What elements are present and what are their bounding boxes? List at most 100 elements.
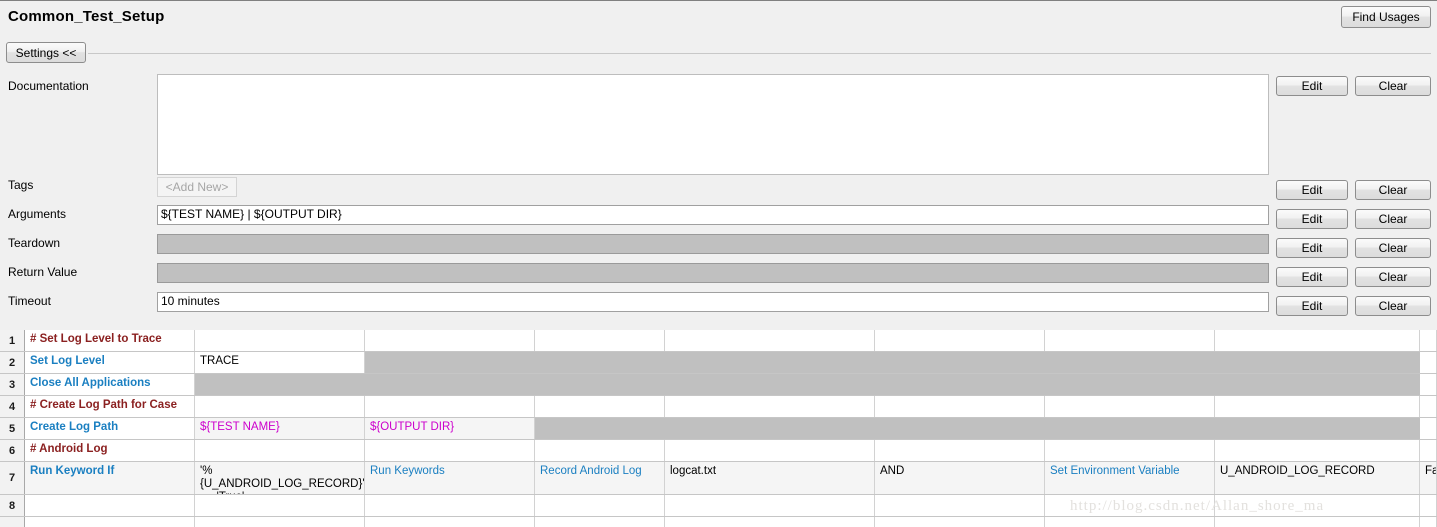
tags-add-new-chip[interactable]: <Add New> (157, 177, 237, 197)
grid-cell[interactable]: Run Keyword If (25, 462, 195, 494)
grid-cell[interactable]: TRACE (195, 352, 365, 373)
grid-cell[interactable] (1420, 418, 1437, 439)
grid-cell[interactable]: ${OUTPUT DIR} (365, 418, 535, 439)
grid-cell[interactable]: # Android Log (25, 440, 195, 461)
return-value-clear-button[interactable]: Clear (1355, 267, 1431, 287)
table-row[interactable]: 6 # Android Log (0, 440, 1437, 462)
grid-cell[interactable] (665, 352, 875, 373)
tags-clear-button[interactable]: Clear (1355, 180, 1431, 200)
documentation-clear-button[interactable]: Clear (1355, 76, 1431, 96)
grid-cell[interactable]: Set Environment Variable (1045, 462, 1215, 494)
grid-cell[interactable] (875, 352, 1045, 373)
grid-cell[interactable] (535, 352, 665, 373)
grid-cell[interactable] (665, 440, 875, 461)
grid-cell[interactable] (1420, 396, 1437, 417)
documentation-edit-button[interactable]: Edit (1276, 76, 1348, 96)
teardown-clear-button[interactable]: Clear (1355, 238, 1431, 258)
grid-cell[interactable] (665, 418, 875, 439)
tags-edit-button[interactable]: Edit (1276, 180, 1348, 200)
grid-cell[interactable] (365, 330, 535, 351)
grid-cell[interactable] (1045, 330, 1215, 351)
grid-cell[interactable] (365, 352, 535, 373)
grid-cell[interactable] (365, 374, 535, 395)
return-value-input[interactable] (157, 263, 1269, 283)
grid-cell[interactable] (195, 396, 365, 417)
arguments-clear-button[interactable]: Clear (1355, 209, 1431, 229)
grid-cell[interactable] (875, 495, 1045, 516)
grid-cell[interactable] (665, 396, 875, 417)
grid-cell[interactable] (875, 330, 1045, 351)
teardown-edit-button[interactable]: Edit (1276, 238, 1348, 258)
grid-cell[interactable] (1045, 440, 1215, 461)
arguments-edit-button[interactable]: Edit (1276, 209, 1348, 229)
table-row[interactable]: 8 (0, 495, 1437, 517)
grid-cell[interactable] (365, 517, 535, 527)
grid-cell[interactable]: logcat.txt (665, 462, 875, 494)
grid-cell[interactable] (1420, 495, 1437, 516)
grid-cell[interactable] (1420, 352, 1437, 373)
grid-cell[interactable] (875, 396, 1045, 417)
grid-cell[interactable] (1215, 495, 1420, 516)
grid-cell[interactable] (535, 495, 665, 516)
grid-cell[interactable] (875, 374, 1045, 395)
table-row[interactable]: 4 # Create Log Path for Case (0, 396, 1437, 418)
grid-cell[interactable] (195, 330, 365, 351)
grid-cell[interactable]: Record Android Log (535, 462, 665, 494)
table-row[interactable]: 3 Close All Applications (0, 374, 1437, 396)
grid-cell[interactable]: ${TEST NAME} (195, 418, 365, 439)
grid-cell[interactable] (1420, 440, 1437, 461)
grid-cell[interactable]: False (1420, 462, 1437, 494)
grid-cell[interactable] (535, 374, 665, 395)
grid-cell[interactable] (1420, 517, 1437, 527)
grid-cell[interactable] (1215, 418, 1420, 439)
grid-cell[interactable] (665, 517, 875, 527)
timeout-input[interactable]: 10 minutes (157, 292, 1269, 312)
grid-cell[interactable] (25, 495, 195, 516)
grid-cell[interactable] (535, 396, 665, 417)
grid-cell[interactable] (1045, 374, 1215, 395)
grid-cell[interactable]: # Create Log Path for Case (25, 396, 195, 417)
teardown-input[interactable] (157, 234, 1269, 254)
grid-cell[interactable]: # Set Log Level to Trace (25, 330, 195, 351)
grid-cell[interactable]: U_ANDROID_LOG_RECORD (1215, 462, 1420, 494)
grid-cell[interactable] (875, 440, 1045, 461)
grid-cell[interactable] (1045, 517, 1215, 527)
grid-cell[interactable] (1215, 352, 1420, 373)
grid-cell[interactable]: Create Log Path (25, 418, 195, 439)
grid-cell[interactable] (875, 418, 1045, 439)
grid-cell[interactable] (875, 517, 1045, 527)
grid-cell[interactable] (535, 440, 665, 461)
grid-cell[interactable] (535, 418, 665, 439)
documentation-input[interactable] (157, 74, 1269, 175)
table-row[interactable]: 7 Run Keyword If '%{U_ANDROID_LOG_RECORD}'… (0, 462, 1437, 495)
timeout-edit-button[interactable]: Edit (1276, 296, 1348, 316)
grid-cell[interactable] (1045, 396, 1215, 417)
grid-cell[interactable] (535, 330, 665, 351)
grid-cell[interactable] (1420, 330, 1437, 351)
grid-cell[interactable] (365, 495, 535, 516)
table-row[interactable]: 2 Set Log Level TRACE (0, 352, 1437, 374)
grid-cell[interactable]: AND (875, 462, 1045, 494)
grid-cell[interactable] (1045, 352, 1215, 373)
grid-cell[interactable] (25, 517, 195, 527)
grid-cell[interactable] (665, 374, 875, 395)
grid-cell[interactable] (1215, 396, 1420, 417)
table-row[interactable] (0, 517, 1437, 527)
grid-cell[interactable] (1215, 440, 1420, 461)
grid-cell[interactable] (195, 495, 365, 516)
grid-cell[interactable] (1215, 517, 1420, 527)
grid-cell[interactable] (1420, 374, 1437, 395)
grid-cell[interactable] (1215, 330, 1420, 351)
grid-cell[interactable] (665, 330, 875, 351)
grid-cell[interactable] (535, 517, 665, 527)
grid-cell[interactable] (1045, 418, 1215, 439)
grid-cell[interactable] (365, 396, 535, 417)
table-row[interactable]: 1 # Set Log Level to Trace (0, 330, 1437, 352)
grid-cell[interactable]: '%{U_ANDROID_LOG_RECORD}' == 'True' (195, 462, 365, 494)
grid-cell[interactable] (665, 495, 875, 516)
grid-cell[interactable] (195, 517, 365, 527)
grid-cell[interactable] (195, 374, 365, 395)
keyword-steps-grid[interactable]: 1 # Set Log Level to Trace 2 Set Log Level T… (0, 330, 1437, 527)
return-value-edit-button[interactable]: Edit (1276, 267, 1348, 287)
settings-toggle-button[interactable]: Settings << (6, 42, 86, 63)
